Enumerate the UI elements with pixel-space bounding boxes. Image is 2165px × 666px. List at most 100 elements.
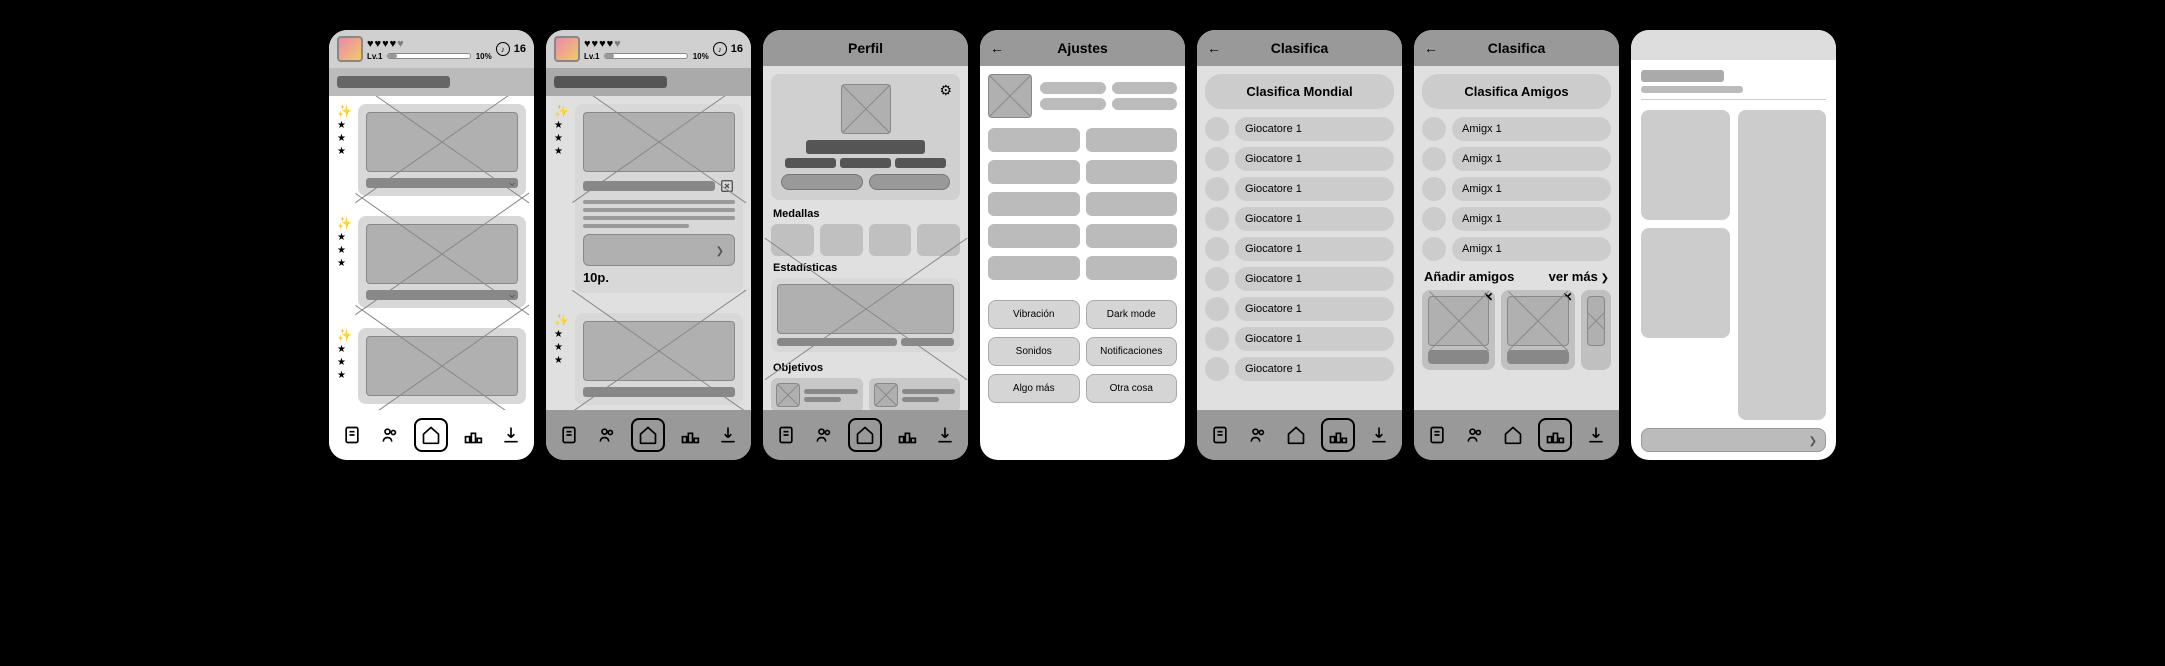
player-row[interactable]: Giocatore 1 xyxy=(1235,147,1394,171)
nav-home[interactable] xyxy=(1282,421,1310,449)
settings-avatar[interactable] xyxy=(988,74,1032,118)
toggle-sounds[interactable]: Sonidos xyxy=(988,337,1080,366)
nav-group[interactable] xyxy=(1461,421,1489,449)
panel-left-bottom[interactable] xyxy=(1641,228,1730,338)
player-row[interactable]: Giocatore 1 xyxy=(1235,357,1394,381)
back-button[interactable]: ← xyxy=(1207,40,1221,56)
player-row[interactable]: Giocatore 1 xyxy=(1235,297,1394,321)
see-more-link[interactable]: ver más ❯ xyxy=(1549,269,1609,284)
player-row[interactable]: Giocatore 1 xyxy=(1235,207,1394,231)
toggle-more1[interactable]: Algo más xyxy=(988,374,1080,403)
settings-field[interactable] xyxy=(988,160,1080,184)
gear-icon[interactable]: ⚙ xyxy=(939,82,952,99)
content-card[interactable] xyxy=(575,313,743,405)
settings-field[interactable] xyxy=(1086,224,1178,248)
status-bar: ♥♥♥♥♥ Lv.1 10% ♪ 16 xyxy=(329,30,534,68)
panel-right[interactable] xyxy=(1738,110,1827,420)
stars-sidebar: ✨★★★ xyxy=(554,313,569,410)
nav-document[interactable] xyxy=(1423,421,1451,449)
medal-slot[interactable] xyxy=(771,224,814,256)
nav-leaderboard[interactable] xyxy=(459,421,487,449)
nav-download[interactable] xyxy=(931,421,959,449)
nav-download[interactable] xyxy=(497,421,525,449)
back-button[interactable]: ← xyxy=(1424,40,1438,56)
player-row[interactable]: Giocatore 1 xyxy=(1235,327,1394,351)
nav-leaderboard[interactable] xyxy=(1321,418,1355,452)
friend-suggestion-card[interactable] xyxy=(1581,290,1611,370)
nav-group[interactable] xyxy=(810,421,838,449)
toggle-darkmode[interactable]: Dark mode xyxy=(1086,300,1178,329)
profile-pill[interactable] xyxy=(781,174,863,190)
header-banner xyxy=(329,68,534,96)
stats-card[interactable] xyxy=(771,278,960,352)
chevron-down-icon[interactable]: ⌄ xyxy=(506,285,518,302)
nav-group[interactable] xyxy=(376,421,404,449)
content-card-expanded[interactable]: 10p. xyxy=(575,104,743,293)
nav-download[interactable] xyxy=(714,421,742,449)
friend-row[interactable]: Amigx 1 xyxy=(1452,177,1611,201)
settings-field[interactable] xyxy=(1086,192,1178,216)
page-title: Clasifica xyxy=(1488,40,1546,56)
player-row[interactable]: Giocatore 1 xyxy=(1235,237,1394,261)
nav-document[interactable] xyxy=(1206,421,1234,449)
objective-card[interactable] xyxy=(869,378,961,410)
nav-document[interactable] xyxy=(338,421,366,449)
nav-group[interactable] xyxy=(593,421,621,449)
friend-row[interactable]: Amigx 1 xyxy=(1452,147,1611,171)
friend-suggestion-card[interactable]: ✕ xyxy=(1501,290,1574,370)
medal-slot[interactable] xyxy=(869,224,912,256)
chevron-down-icon[interactable]: ⌄ xyxy=(506,173,518,190)
settings-field[interactable] xyxy=(988,256,1080,280)
rank-badge xyxy=(1422,147,1446,171)
back-button[interactable]: ← xyxy=(990,40,1004,56)
nav-home[interactable] xyxy=(631,418,665,452)
nav-document[interactable] xyxy=(555,421,583,449)
player-row[interactable]: Giocatore 1 xyxy=(1235,117,1394,141)
settings-field[interactable] xyxy=(1086,128,1178,152)
settings-field[interactable] xyxy=(988,192,1080,216)
settings-field[interactable] xyxy=(988,224,1080,248)
content-card[interactable]: ⌄ xyxy=(358,104,526,196)
nav-document[interactable] xyxy=(772,421,800,449)
nav-group[interactable] xyxy=(1244,421,1272,449)
coin-icon: ♪ xyxy=(713,42,727,56)
settings-field[interactable] xyxy=(1086,160,1178,184)
nav-download[interactable] xyxy=(1582,421,1610,449)
medal-slot[interactable] xyxy=(917,224,960,256)
nav-leaderboard[interactable] xyxy=(1538,418,1572,452)
bottom-nav xyxy=(329,410,534,460)
nav-home[interactable] xyxy=(1499,421,1527,449)
bottom-nav xyxy=(546,410,751,460)
content-card[interactable]: ⌄ xyxy=(358,216,526,308)
toggle-notifications[interactable]: Notificaciones xyxy=(1086,337,1178,366)
medal-slot[interactable] xyxy=(820,224,863,256)
nav-leaderboard[interactable] xyxy=(893,421,921,449)
avatar[interactable] xyxy=(337,36,363,62)
next-button[interactable] xyxy=(583,234,735,266)
panel-left-top[interactable] xyxy=(1641,110,1730,220)
friend-row[interactable]: Amigx 1 xyxy=(1452,117,1611,141)
profile-pill[interactable] xyxy=(869,174,951,190)
friend-row[interactable]: Amigx 1 xyxy=(1452,207,1611,231)
nav-leaderboard[interactable] xyxy=(676,421,704,449)
settings-field[interactable] xyxy=(988,128,1080,152)
toggle-more2[interactable]: Otra cosa xyxy=(1086,374,1178,403)
toggle-vibration[interactable]: Vibración xyxy=(988,300,1080,329)
friend-row[interactable]: Amigx 1 xyxy=(1452,237,1611,261)
bottom-action-button[interactable] xyxy=(1641,428,1826,452)
objective-card[interactable] xyxy=(771,378,863,410)
chevron-right-icon xyxy=(1809,431,1817,449)
screen-leaderboard-friends: ← Clasifica Clasifica Amigos Amigx 1 Ami… xyxy=(1414,30,1619,460)
nav-home[interactable] xyxy=(848,418,882,452)
nav-download[interactable] xyxy=(1365,421,1393,449)
friend-suggestion-card[interactable]: ✕ xyxy=(1422,290,1495,370)
rank-badge xyxy=(1205,207,1229,231)
player-row[interactable]: Giocatore 1 xyxy=(1235,267,1394,291)
section-objectives: Objetivos xyxy=(773,362,958,374)
rank-badge xyxy=(1205,267,1229,291)
content-card[interactable] xyxy=(358,328,526,404)
nav-home[interactable] xyxy=(414,418,448,452)
player-row[interactable]: Giocatore 1 xyxy=(1235,177,1394,201)
avatar[interactable] xyxy=(554,36,580,62)
settings-field[interactable] xyxy=(1086,256,1178,280)
